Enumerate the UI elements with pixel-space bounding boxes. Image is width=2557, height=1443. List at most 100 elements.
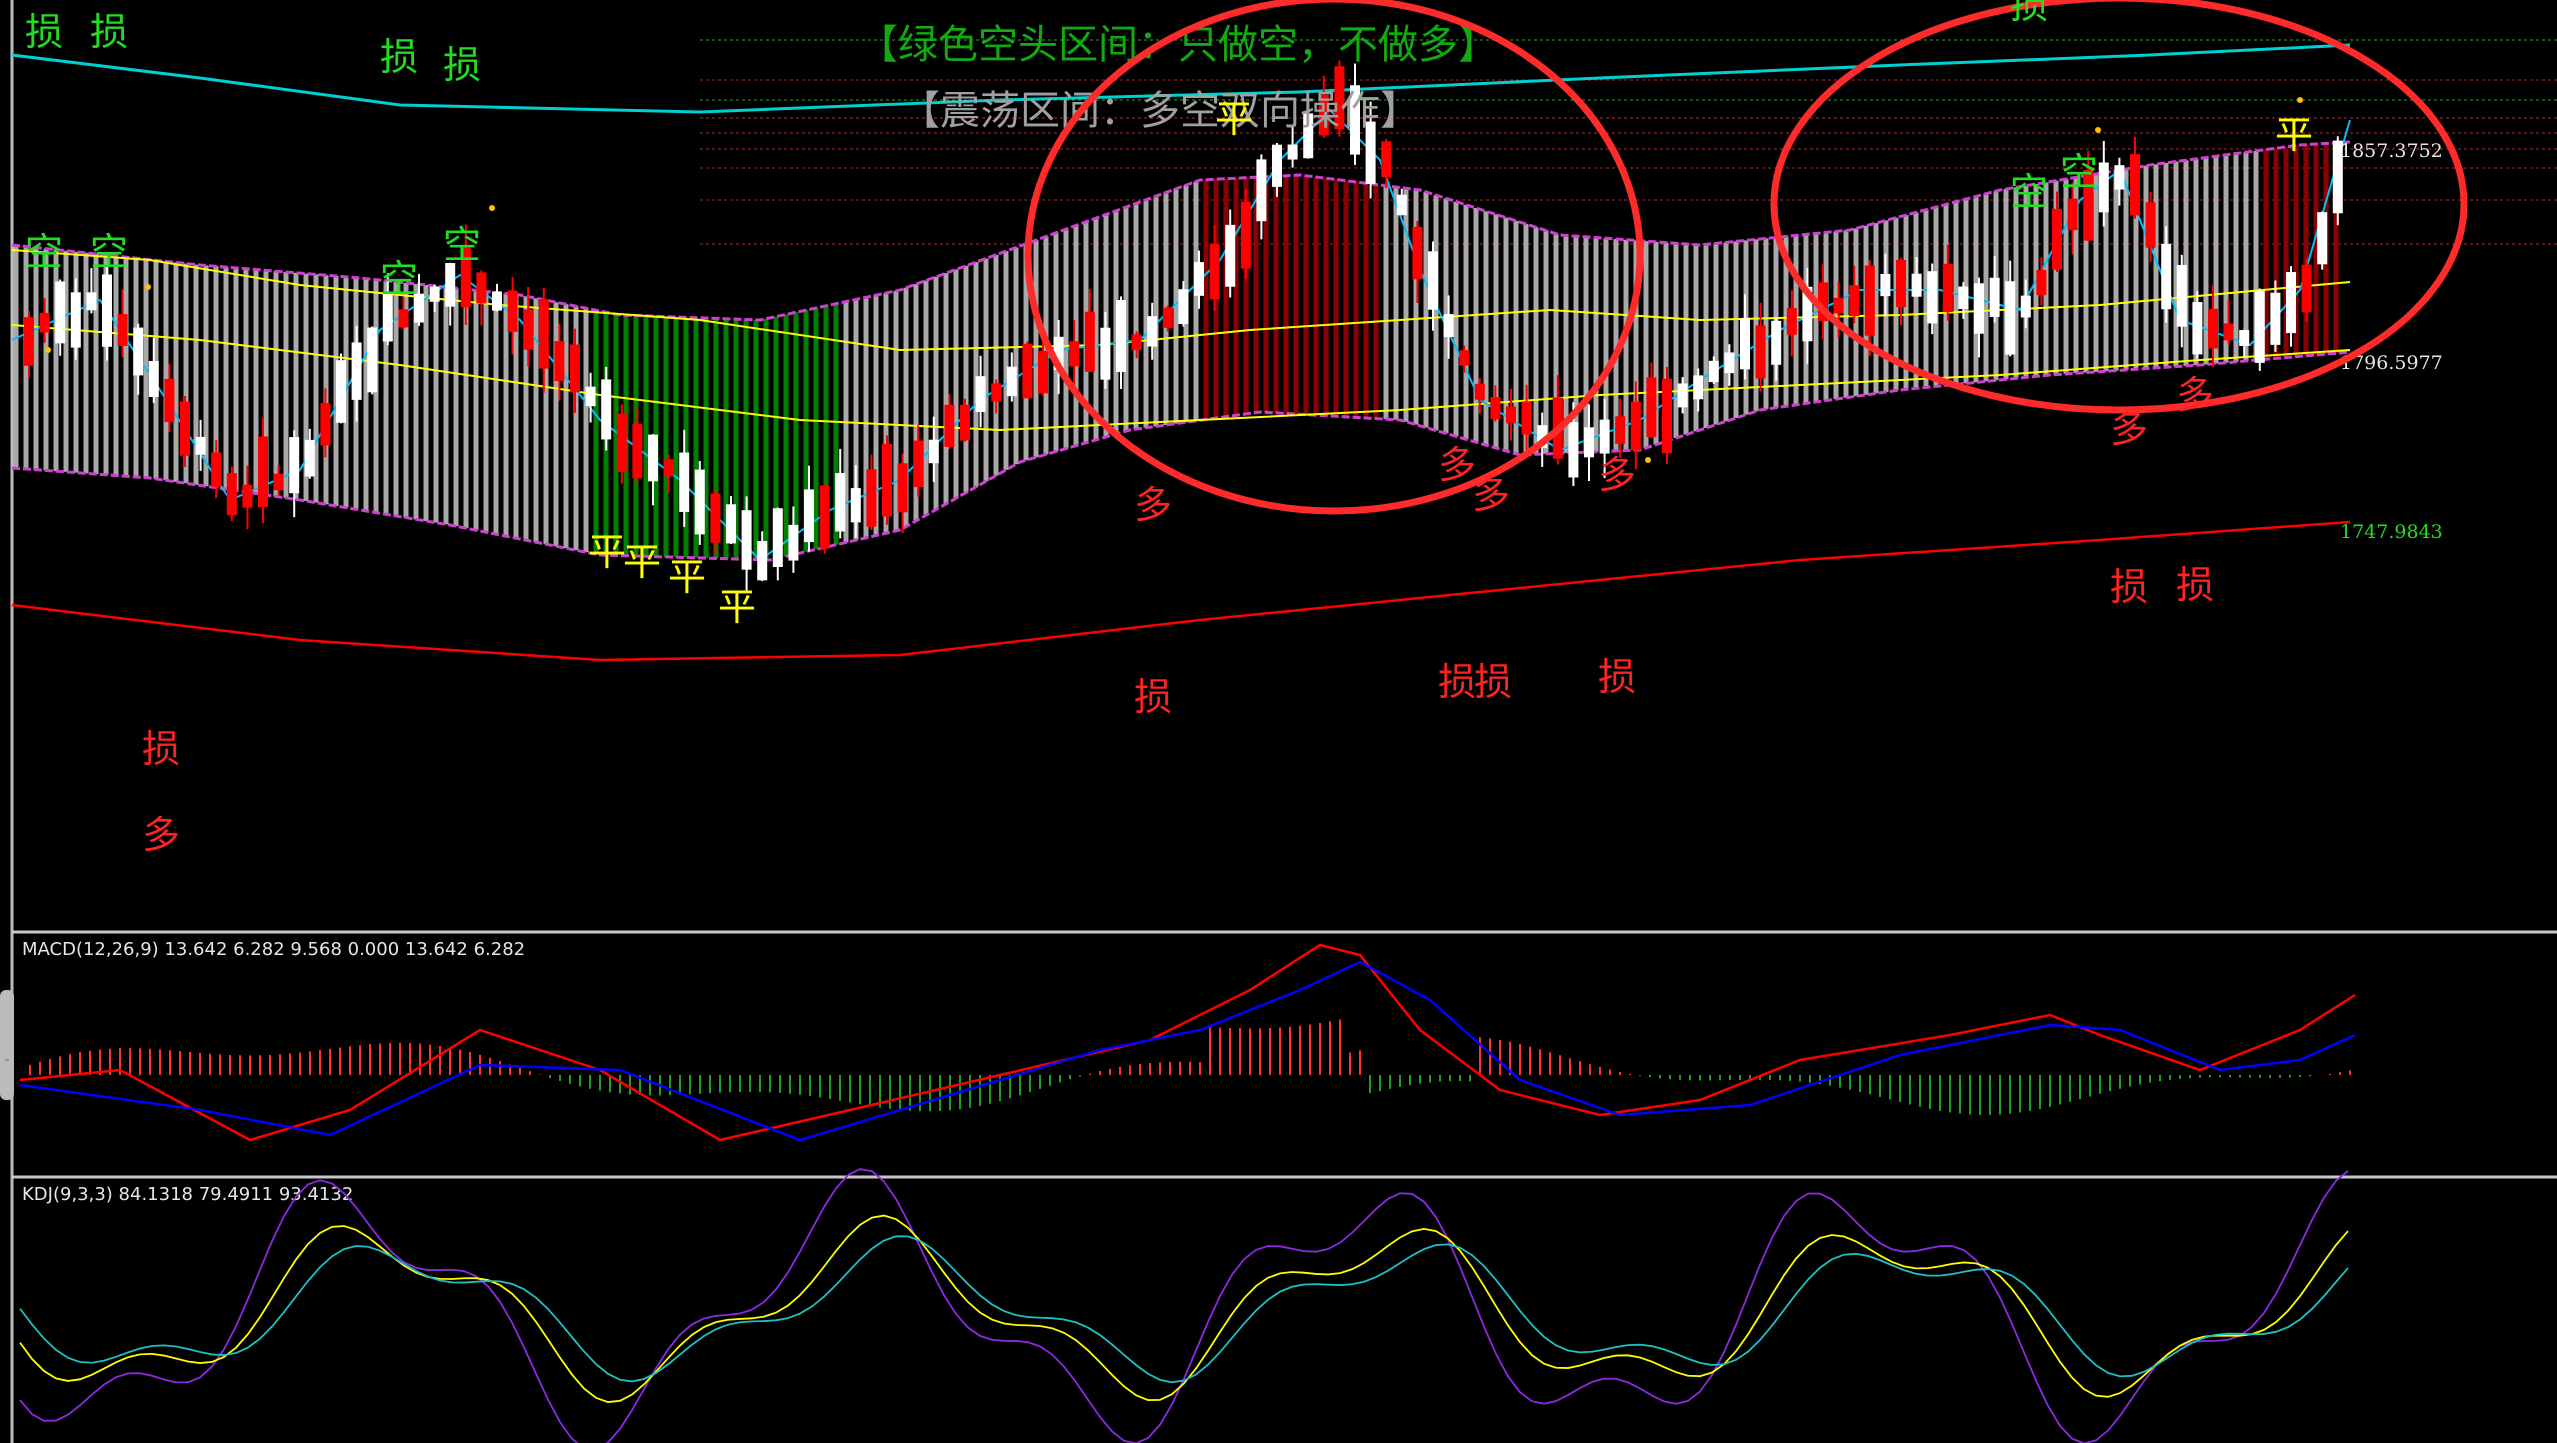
candle-body [1100, 327, 1111, 380]
candle-body [2192, 302, 2203, 355]
panel-scroll-handle[interactable] [0, 990, 14, 1100]
candle-body [1880, 273, 1891, 297]
candle-body [1584, 427, 1594, 458]
candle-body [382, 294, 393, 342]
candle-body [476, 272, 487, 304]
candle-body [164, 378, 175, 423]
candle-body [1568, 422, 1579, 478]
candle-body [1022, 343, 1033, 399]
candle-body [1147, 316, 1158, 347]
candle-body [1755, 325, 1766, 379]
candle-body [24, 317, 34, 366]
candle-body [538, 299, 549, 369]
candle-body [445, 263, 456, 307]
candle-body [1069, 341, 1080, 367]
candle-body [2286, 272, 2296, 334]
candle-body [86, 292, 97, 311]
signal-long: 多 [1438, 443, 1476, 487]
candle-body [55, 281, 66, 344]
candle-body [1896, 259, 1906, 308]
candle-body [850, 488, 861, 523]
candle-body [117, 314, 128, 346]
candle-body [2098, 162, 2109, 213]
candle-body [2020, 295, 2031, 318]
signal-flat: 平 [623, 540, 661, 584]
signal-stop: 损 [1438, 660, 1476, 704]
candle-body [2317, 212, 2328, 265]
signal-stop: 损 [90, 10, 128, 54]
candle-body [1194, 262, 1204, 296]
candle-body [226, 473, 237, 516]
candle-body [1116, 299, 1126, 372]
candle-body [2067, 198, 2078, 231]
candle-body [1396, 194, 1407, 216]
candle-body [570, 344, 580, 393]
candle-body [804, 489, 814, 543]
candle-body [1958, 286, 1969, 309]
candle-body [429, 286, 440, 302]
candle-body [928, 439, 939, 464]
signal-dot [1645, 457, 1651, 463]
candle-body [1131, 334, 1142, 351]
signal-short: 空 [25, 230, 63, 274]
candle-body [1849, 285, 1860, 317]
candle-body [180, 401, 190, 456]
candle-body [819, 485, 830, 549]
candle-body [1006, 366, 1017, 397]
candle-body [1038, 350, 1048, 394]
signal-flat: 平 [1215, 97, 1253, 141]
signal-stop: 损 [1598, 655, 1636, 699]
signal-stop: 损 [25, 10, 63, 54]
candle-body [648, 434, 658, 482]
signal-short: 空 [2010, 170, 2048, 214]
candle-body [148, 360, 159, 397]
candle-body [211, 452, 222, 488]
signal-dot [145, 284, 151, 290]
candle-body [1927, 271, 1938, 324]
candle-body [1646, 377, 1657, 438]
candle-body [39, 312, 50, 333]
candle-body [694, 469, 705, 535]
candle-body [772, 508, 783, 567]
candle-body [289, 437, 300, 494]
green-zone-banner: 【绿色空头区间：只做空，不做多】 [858, 22, 1498, 68]
signal-stop: 损 [2110, 565, 2148, 609]
signal-dot [45, 347, 51, 353]
signal-stop: 损 [142, 727, 180, 771]
candle-body [2161, 243, 2172, 310]
candle-body [601, 379, 612, 440]
candle-body [585, 386, 596, 407]
candle-body [351, 342, 362, 400]
candle-body [1630, 401, 1641, 451]
candle-body [1459, 350, 1470, 366]
candle-body [679, 452, 690, 512]
signal-stop: 损 [2010, 0, 2048, 27]
candle-body [2114, 165, 2125, 190]
signal-short: 空 [443, 223, 481, 267]
candle-body [1521, 401, 1532, 435]
candle-body [991, 383, 1002, 402]
candle-body [273, 473, 284, 491]
candle-body [1474, 383, 1485, 400]
candle-body [1225, 224, 1236, 287]
candle-body [195, 436, 206, 455]
candle-body [1240, 201, 1251, 269]
signal-stop: 损 [443, 43, 481, 87]
signal-long: 多 [2176, 373, 2214, 417]
candle-body [1942, 263, 1953, 313]
candle-body [2270, 292, 2281, 345]
candle-body [1599, 419, 1610, 454]
candle-body [882, 443, 892, 517]
macd-label: MACD(12,26,9) 13.642 6.282 9.568 0.000 1… [22, 939, 525, 960]
candle-body [757, 541, 768, 581]
candle-body [70, 292, 81, 348]
candle-body [320, 403, 331, 446]
candle-body [1989, 277, 2000, 317]
candle-body [2176, 264, 2187, 327]
candle-body [944, 404, 955, 447]
signal-flat: 平 [668, 555, 706, 599]
candle-body [1490, 397, 1501, 420]
candle-body [975, 376, 986, 412]
signal-long: 多 [1134, 483, 1172, 527]
signal-short: 空 [2060, 150, 2098, 194]
